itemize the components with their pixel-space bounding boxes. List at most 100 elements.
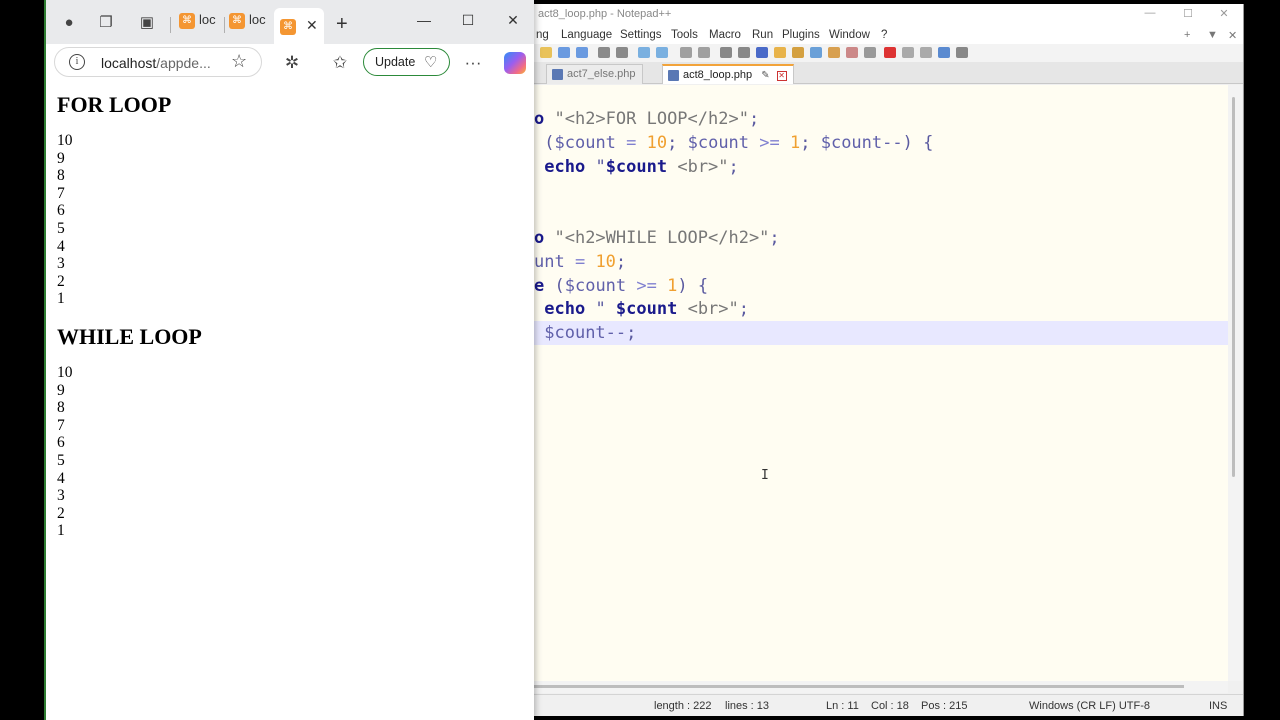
menu-encoding[interactable]: ng <box>536 29 549 41</box>
extensions-icon[interactable]: ✲ <box>282 53 302 73</box>
code-line: o "<h2>FOR LOOP</h2>"; <box>534 109 760 129</box>
workspaces-icon[interactable]: ❐ <box>96 14 116 32</box>
menu-language[interactable]: Language <box>561 29 612 41</box>
copilot-icon[interactable] <box>504 52 526 74</box>
text-cursor-icon: I <box>761 468 769 483</box>
tab-close-icon[interactable]: ✕ <box>776 71 787 81</box>
minimize-icon[interactable]: — <box>414 12 434 28</box>
output-line: 10 <box>57 132 73 149</box>
php-file-icon <box>668 70 679 81</box>
browser-tab-label: loc <box>199 12 216 27</box>
output-line: 1 <box>57 290 65 308</box>
favorite-star-icon[interactable]: ☆ <box>231 51 247 72</box>
xampp-icon: ⌘ <box>179 12 195 29</box>
monitoring-icon[interactable] <box>846 47 858 58</box>
notepad-statusbar: length : 222 lines : 13 Ln : 11 Col : 18… <box>534 694 1243 716</box>
status-length: length : 222 <box>654 700 712 712</box>
folder-workspace-icon[interactable] <box>828 47 840 58</box>
zoom-out-icon[interactable] <box>656 47 668 58</box>
vertical-scrollbar[interactable] <box>1228 85 1242 681</box>
output-line: 6 <box>57 202 65 220</box>
menu-settings[interactable]: Settings <box>620 29 662 41</box>
browser-tab[interactable]: ⌘ loc <box>179 12 223 38</box>
function-list-icon[interactable] <box>810 47 822 58</box>
profile-icon[interactable]: ● <box>59 14 79 32</box>
scroll-thumb[interactable] <box>534 685 1184 688</box>
for-loop-output: 10 9 8 7 6 5 4 3 2 1 <box>57 132 534 308</box>
notepad-menubar: ng Language Settings Tools Macro Run Plu… <box>534 26 1243 44</box>
output-line: 2 <box>57 272 65 290</box>
output-line: 9 <box>57 381 65 399</box>
record-macro-icon[interactable] <box>864 47 876 58</box>
menu-help[interactable]: ? <box>881 29 887 41</box>
minimize-icon[interactable]: — <box>1142 7 1158 19</box>
doc-map-icon[interactable] <box>792 47 804 58</box>
maximize-icon[interactable]: ☐ <box>458 12 478 29</box>
menu-run[interactable]: Run <box>752 29 773 41</box>
tab-act7-else[interactable]: act7_else.php <box>546 64 643 84</box>
replace-icon[interactable] <box>616 47 628 58</box>
for-loop-heading: FOR LOOP <box>57 92 172 117</box>
while-loop-output: 10 9 8 7 6 5 4 3 2 1 <box>57 364 534 540</box>
show-all-chars-icon[interactable] <box>738 47 750 58</box>
output-line: 5 <box>57 451 65 469</box>
notepad-tabbar: act7_else.php act8_loop.php ✎ ✕ <box>534 62 1243 84</box>
close-doc-icon[interactable]: ✕ <box>1228 29 1237 42</box>
zoom-in-icon[interactable] <box>638 47 650 58</box>
toolbar-paste-icon[interactable] <box>540 47 552 58</box>
tab-label: act7_else.php <box>567 68 636 80</box>
code-line: unt = 10; <box>534 252 627 272</box>
address-bar[interactable]: i localhost/appde... ☆ <box>54 47 262 77</box>
output-line: 3 <box>57 255 65 273</box>
new-tab-icon[interactable]: + <box>1184 29 1190 41</box>
status-lines: lines : 13 <box>725 700 770 712</box>
undo-icon[interactable] <box>558 47 570 58</box>
xampp-icon: ⌘ <box>229 12 245 29</box>
sync-v-icon[interactable] <box>680 47 692 58</box>
page-content: FOR LOOP 10 9 8 7 6 5 4 3 2 1 WHILE LOOP… <box>46 82 534 720</box>
indent-guide-icon[interactable] <box>756 47 768 58</box>
code-editor[interactable]: o "<h2>FOR LOOP</h2>"; ($count = 10; $co… <box>534 85 1228 681</box>
code-line: o "<h2>WHILE LOOP</h2>"; <box>534 228 780 248</box>
tab-separator <box>170 17 171 33</box>
udl-icon[interactable] <box>774 47 786 58</box>
more-menu-icon[interactable]: ··· <box>463 53 483 73</box>
stop-record-icon[interactable] <box>902 47 914 58</box>
find-icon[interactable] <box>598 47 610 58</box>
update-button[interactable]: Update ♡ <box>363 48 450 76</box>
tab-list-icon[interactable]: ▼ <box>1207 29 1218 41</box>
close-icon[interactable]: ✕ <box>1216 7 1232 20</box>
wrap-icon[interactable] <box>720 47 732 58</box>
start-record-icon[interactable] <box>884 47 896 58</box>
output-line: 10 <box>57 363 73 381</box>
close-icon[interactable]: ✕ <box>503 12 523 29</box>
output-line: 4 <box>57 237 65 255</box>
vertical-tabs-icon[interactable]: ▣ <box>137 14 157 32</box>
menu-plugins[interactable]: Plugins <box>782 29 820 41</box>
browser-tab[interactable]: ⌘ loc <box>229 12 273 38</box>
playback-icon[interactable] <box>920 47 932 58</box>
notepad-titlebar: act8_loop.php - Notepad++ — ☐ ✕ <box>534 4 1243 26</box>
output-line: 5 <box>57 219 65 237</box>
sync-h-icon[interactable] <box>698 47 710 58</box>
menu-tools[interactable]: Tools <box>671 29 698 41</box>
while-loop-heading: WHILE LOOP <box>57 323 202 349</box>
output-line: 6 <box>57 434 65 452</box>
output-line: 3 <box>57 487 65 505</box>
tab-act8-loop[interactable]: act8_loop.php ✎ ✕ <box>662 64 794 84</box>
horizontal-scrollbar[interactable] <box>534 681 1228 693</box>
save-macro-icon[interactable] <box>956 47 968 58</box>
new-tab-button[interactable]: + <box>336 13 348 36</box>
tab-close-icon[interactable]: ✕ <box>306 17 318 33</box>
status-col: Col : 18 <box>871 700 909 712</box>
site-info-icon[interactable]: i <box>69 54 85 70</box>
menu-macro[interactable]: Macro <box>709 29 741 41</box>
pin-icon[interactable]: ✎ <box>761 70 769 81</box>
maximize-icon[interactable]: ☐ <box>1180 7 1196 20</box>
run-macro-multiple-icon[interactable] <box>938 47 950 58</box>
menu-window[interactable]: Window <box>829 29 870 41</box>
redo-icon[interactable] <box>576 47 588 58</box>
scroll-thumb[interactable] <box>1232 97 1235 477</box>
browser-tab-active[interactable]: ⌘ ✕ <box>274 8 324 44</box>
favorites-icon[interactable]: ✩ <box>330 53 350 73</box>
